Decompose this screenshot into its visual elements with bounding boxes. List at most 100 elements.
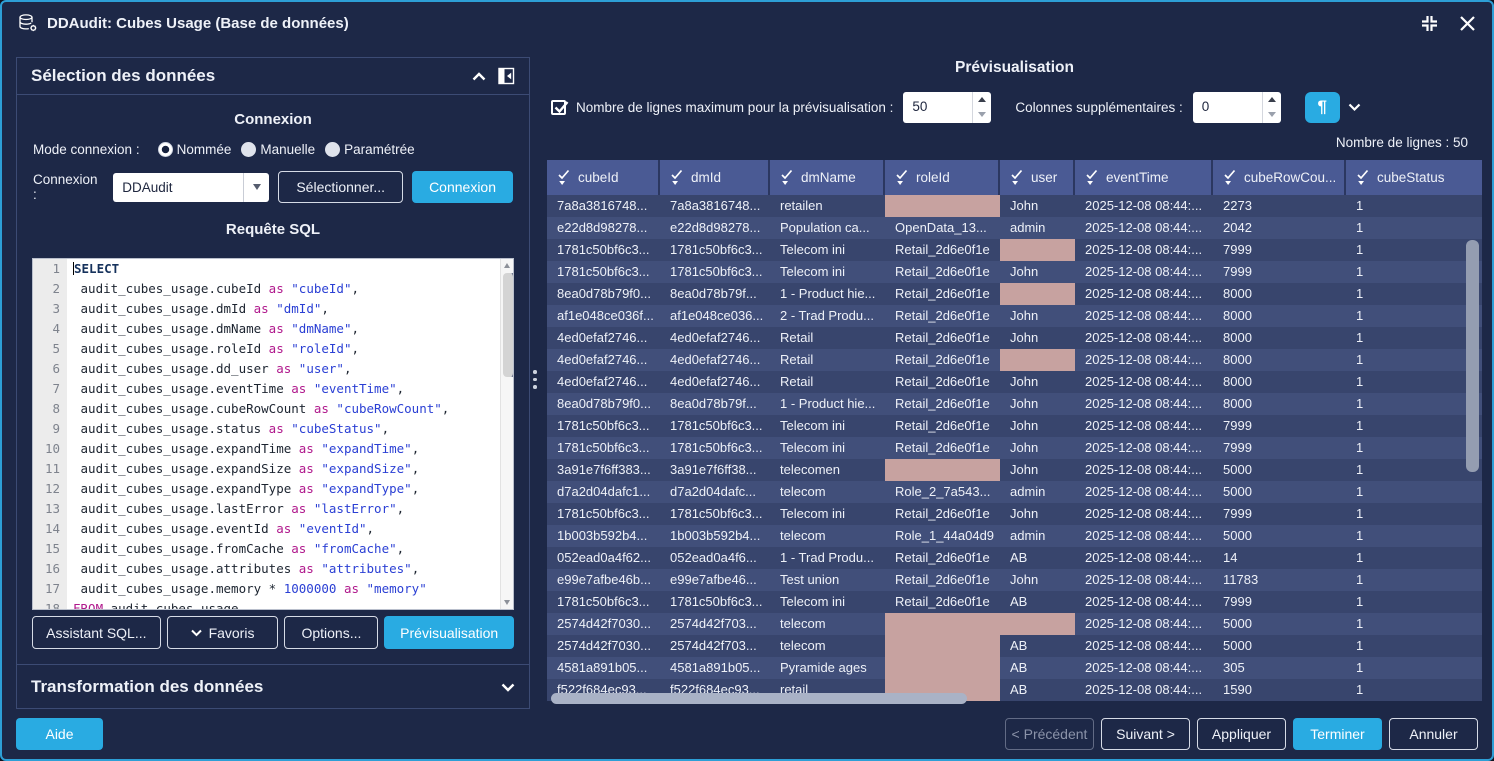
table-cell[interactable]: 1 bbox=[1346, 261, 1482, 283]
table-cell[interactable] bbox=[885, 657, 1000, 679]
table-cell[interactable]: 4581a891b05... bbox=[547, 657, 660, 679]
sql-line[interactable]: 11 audit_cubes_usage.expandSize as "expa… bbox=[33, 459, 513, 479]
table-cell[interactable]: 5000 bbox=[1213, 525, 1346, 547]
table-row[interactable]: 1781c50bf6c3...1781c50bf6c3...Telecom in… bbox=[547, 503, 1482, 525]
table-cell[interactable]: 2025-12-08 08:44:... bbox=[1075, 305, 1213, 327]
table-cell[interactable]: 2025-12-08 08:44:... bbox=[1075, 635, 1213, 657]
apply-button[interactable]: Appliquer bbox=[1197, 718, 1286, 750]
table-cell[interactable]: 2025-12-08 08:44:... bbox=[1075, 459, 1213, 481]
max-rows-spinner[interactable]: 50 bbox=[903, 92, 991, 123]
sql-line[interactable]: 4 audit_cubes_usage.dmName as "dmName", bbox=[33, 319, 513, 339]
table-cell[interactable]: 2574d42f7030... bbox=[547, 613, 660, 635]
connect-button[interactable]: Connexion bbox=[412, 171, 513, 203]
table-row[interactable]: 052ead0a4f62...052ead0a4f6...1 - Trad Pr… bbox=[547, 547, 1482, 569]
table-cell[interactable]: Telecom ini bbox=[770, 503, 885, 525]
table-cell[interactable] bbox=[1000, 239, 1075, 261]
table-cell[interactable]: 2273 bbox=[1213, 195, 1346, 217]
table-cell[interactable]: 1781c50bf6c3... bbox=[547, 503, 660, 525]
table-cell[interactable]: 2025-12-08 08:44:... bbox=[1075, 415, 1213, 437]
data-selection-header[interactable]: Sélection des données bbox=[17, 58, 529, 95]
table-cell[interactable]: Retail bbox=[770, 327, 885, 349]
table-cell[interactable]: 5000 bbox=[1213, 635, 1346, 657]
table-cell[interactable]: 4ed0efaf2746... bbox=[660, 371, 770, 393]
table-cell[interactable]: 1 bbox=[1346, 547, 1482, 569]
table-row[interactable]: 4ed0efaf2746...4ed0efaf2746...RetailReta… bbox=[547, 371, 1482, 393]
table-row[interactable]: 1781c50bf6c3...1781c50bf6c3...Telecom in… bbox=[547, 591, 1482, 613]
table-cell[interactable]: 1 bbox=[1346, 349, 1482, 371]
table-row[interactable]: 1781c50bf6c3...1781c50bf6c3...Telecom in… bbox=[547, 261, 1482, 283]
table-row[interactable]: 8ea0d78b79f0...8ea0d78b79f...1 - Product… bbox=[547, 283, 1482, 305]
table-cell[interactable]: 2025-12-08 08:44:... bbox=[1075, 283, 1213, 305]
table-cell[interactable]: 8ea0d78b79f0... bbox=[547, 283, 660, 305]
table-cell[interactable]: 2025-12-08 08:44:... bbox=[1075, 261, 1213, 283]
table-cell[interactable]: 1 bbox=[1346, 393, 1482, 415]
table-cell[interactable]: Retail_2d6e0f1e bbox=[885, 305, 1000, 327]
table-cell[interactable]: d7a2d04dafc1... bbox=[547, 481, 660, 503]
table-cell[interactable]: retailen bbox=[770, 195, 885, 217]
sql-line[interactable]: 15 audit_cubes_usage.fromCache as "fromC… bbox=[33, 539, 513, 559]
table-cell[interactable]: e22d8d98278... bbox=[660, 217, 770, 239]
table-cell[interactable]: e99e7afbe46... bbox=[660, 569, 770, 591]
table-cell[interactable]: John bbox=[1000, 415, 1075, 437]
table-cell[interactable]: 2574d42f703... bbox=[660, 613, 770, 635]
table-row[interactable]: 8ea0d78b79f0...8ea0d78b79f...1 - Product… bbox=[547, 393, 1482, 415]
table-cell[interactable]: 2574d42f703... bbox=[660, 635, 770, 657]
table-cell[interactable]: AB bbox=[1000, 657, 1075, 679]
table-cell[interactable]: Retail_2d6e0f1e bbox=[885, 415, 1000, 437]
column-header-cubeStatus[interactable]: cubeStatus bbox=[1346, 160, 1482, 195]
table-cell[interactable]: AB bbox=[1000, 635, 1075, 657]
table-cell[interactable]: 052ead0a4f62... bbox=[547, 547, 660, 569]
table-cell[interactable]: 1 - Product hie... bbox=[770, 283, 885, 305]
table-cell[interactable]: admin bbox=[1000, 217, 1075, 239]
sql-line[interactable]: 14 audit_cubes_usage.eventId as "eventId… bbox=[33, 519, 513, 539]
table-cell[interactable]: Telecom ini bbox=[770, 239, 885, 261]
table-cell[interactable]: 2025-12-08 08:44:... bbox=[1075, 569, 1213, 591]
table-cell[interactable] bbox=[885, 635, 1000, 657]
table-cell[interactable]: telecom bbox=[770, 525, 885, 547]
table-cell[interactable]: John bbox=[1000, 393, 1075, 415]
table-cell[interactable]: 2025-12-08 08:44:... bbox=[1075, 525, 1213, 547]
table-cell[interactable]: Test union bbox=[770, 569, 885, 591]
table-cell[interactable]: AB bbox=[1000, 591, 1075, 613]
table-cell[interactable]: Retail bbox=[770, 371, 885, 393]
table-cell[interactable]: Retail_2d6e0f1e bbox=[885, 261, 1000, 283]
sql-query-editor[interactable]: 1SELECT2 audit_cubes_usage.cubeId as "cu… bbox=[32, 258, 514, 610]
previous-button[interactable]: < Précédent bbox=[1005, 718, 1094, 750]
table-cell[interactable]: telecom bbox=[770, 613, 885, 635]
table-cell[interactable]: telecomen bbox=[770, 459, 885, 481]
table-horizontal-scrollbar[interactable] bbox=[551, 693, 967, 704]
table-cell[interactable]: Retail_2d6e0f1e bbox=[885, 503, 1000, 525]
table-cell[interactable]: 2042 bbox=[1213, 217, 1346, 239]
table-cell[interactable]: Telecom ini bbox=[770, 261, 885, 283]
spinner-up-icon[interactable] bbox=[973, 92, 991, 108]
preview-button[interactable]: Prévisualisation bbox=[384, 616, 514, 649]
table-row[interactable]: e22d8d98278...e22d8d98278...Population c… bbox=[547, 217, 1482, 239]
table-cell[interactable]: John bbox=[1000, 569, 1075, 591]
sql-assistant-button[interactable]: Assistant SQL... bbox=[32, 616, 161, 649]
table-cell[interactable]: John bbox=[1000, 437, 1075, 459]
sql-line[interactable]: 3 audit_cubes_usage.dmId as "dmId", bbox=[33, 299, 513, 319]
table-cell[interactable]: 1 bbox=[1346, 305, 1482, 327]
table-cell[interactable]: 2025-12-08 08:44:... bbox=[1075, 481, 1213, 503]
table-cell[interactable]: 1590 bbox=[1213, 679, 1346, 701]
table-cell[interactable]: Retail_2d6e0f1e bbox=[885, 393, 1000, 415]
table-cell[interactable]: 1781c50bf6c3... bbox=[660, 503, 770, 525]
table-row[interactable]: 1781c50bf6c3...1781c50bf6c3...Telecom in… bbox=[547, 239, 1482, 261]
table-cell[interactable]: 4ed0efaf2746... bbox=[547, 371, 660, 393]
sql-line[interactable]: 17 audit_cubes_usage.memory * 1000000 as… bbox=[33, 579, 513, 599]
table-cell[interactable]: 1 bbox=[1346, 503, 1482, 525]
table-cell[interactable]: 2025-12-08 08:44:... bbox=[1075, 217, 1213, 239]
table-cell[interactable]: 8000 bbox=[1213, 393, 1346, 415]
table-cell[interactable]: 2025-12-08 08:44:... bbox=[1075, 349, 1213, 371]
sql-line[interactable]: 6 audit_cubes_usage.dd_user as "user", bbox=[33, 359, 513, 379]
table-cell[interactable]: 2025-12-08 08:44:... bbox=[1075, 679, 1213, 701]
table-cell[interactable]: 1b003b592b4... bbox=[547, 525, 660, 547]
table-cell[interactable]: 1781c50bf6c3... bbox=[660, 239, 770, 261]
table-cell[interactable]: John bbox=[1000, 459, 1075, 481]
table-cell[interactable]: Retail_2d6e0f1e bbox=[885, 547, 1000, 569]
table-cell[interactable]: 7999 bbox=[1213, 503, 1346, 525]
table-cell[interactable]: Retail_2d6e0f1e bbox=[885, 437, 1000, 459]
table-cell[interactable]: 1 bbox=[1346, 679, 1482, 701]
table-cell[interactable]: 14 bbox=[1213, 547, 1346, 569]
table-cell[interactable]: 2 - Trad Produ... bbox=[770, 305, 885, 327]
